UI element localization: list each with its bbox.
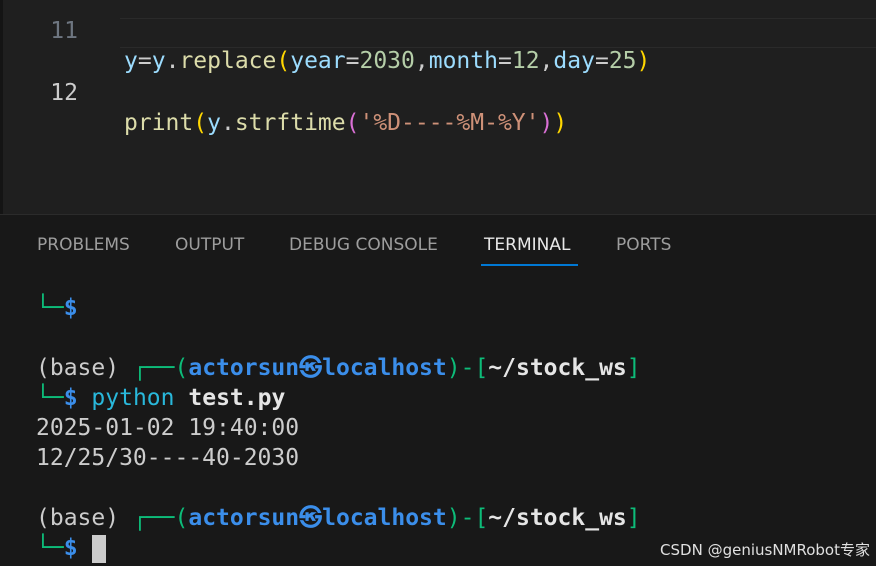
bottom-panel: PROBLEMS OUTPUT DEBUG CONSOLE TERMINAL P… <box>0 214 876 565</box>
token: y <box>207 110 221 136</box>
prompt-symbol: $ <box>63 385 78 411</box>
token: replace <box>179 48 277 74</box>
token: ) <box>636 48 651 74</box>
terminal-line: └─$ python test.py <box>36 383 285 413</box>
token: year <box>290 48 346 74</box>
prompt-tail: └─ <box>36 295 64 321</box>
terminal-cursor[interactable] <box>91 534 106 563</box>
at-icon: ㉿ <box>299 355 323 381</box>
cwd: ~/stock_ws <box>488 355 627 381</box>
watermark: CSDN @geniusNMRobot专家 <box>660 541 870 559</box>
token: . <box>220 110 235 136</box>
token: ( <box>193 110 208 136</box>
token: print <box>124 110 194 136</box>
host-name: localhost <box>322 355 447 381</box>
box-open: ┌──( <box>132 355 189 381</box>
token: = <box>594 48 609 74</box>
box-open: ┌──( <box>132 505 189 531</box>
token: strftime <box>234 110 346 136</box>
host-name: localhost <box>322 505 447 531</box>
token: = <box>137 48 152 74</box>
env-label: (base) <box>36 505 120 531</box>
token: = <box>345 48 360 74</box>
terminal-area[interactable]: └─$ (base) ┌──(actorsun㉿localhost)-[~/st… <box>0 215 876 566</box>
token: ( <box>276 48 291 74</box>
token: ) <box>553 110 568 136</box>
box-close: ] <box>626 355 641 381</box>
token: day <box>553 48 595 74</box>
token: '%D----%M-%Y' <box>359 110 540 136</box>
prompt-tail: └─ <box>36 535 64 561</box>
token: . <box>165 48 180 74</box>
box-close: ] <box>626 505 641 531</box>
box-mid: )-[ <box>446 355 489 381</box>
token: ( <box>345 110 360 136</box>
token: = <box>497 48 512 74</box>
token: y <box>151 48 166 74</box>
token: 2030 <box>359 48 415 74</box>
line-number: 12 <box>50 80 78 106</box>
user-name: actorsun <box>188 505 300 531</box>
code-text[interactable]: y=y.replace(year=2030,month=12,day=25) <box>124 46 650 76</box>
terminal-output-line: 12/25/30----40-2030 <box>36 445 300 471</box>
at-icon: ㉿ <box>299 505 323 531</box>
prompt-symbol: $ <box>63 295 78 321</box>
box-mid: )-[ <box>446 505 489 531</box>
cwd: ~/stock_ws <box>488 505 627 531</box>
prompt-tail: └─ <box>36 385 64 411</box>
command: python <box>91 385 175 411</box>
token: y <box>124 48 138 74</box>
code-line-12[interactable]: 12 print(y.strftime('%D----%M-%Y')) <box>0 18 876 136</box>
terminal-line: (base) ┌──(actorsun㉿localhost)-[~/stock_… <box>36 353 641 383</box>
terminal-line: (base) ┌──(actorsun㉿localhost)-[~/stock_… <box>36 503 641 533</box>
user-name: actorsun <box>188 355 300 381</box>
token: , <box>414 48 429 74</box>
terminal-line: └─$ <box>36 533 106 563</box>
token: 25 <box>608 48 637 74</box>
env-label: (base) <box>36 355 120 381</box>
token: 12 <box>511 48 540 74</box>
code-line-11[interactable]: 11 y=y.replace(year=2030,month=12,day=25… <box>0 0 876 74</box>
token: month <box>428 48 498 74</box>
code-editor[interactable]: 11 y=y.replace(year=2030,month=12,day=25… <box>0 0 876 214</box>
terminal-line: └─$ <box>36 293 78 323</box>
code-text[interactable]: print(y.strftime('%D----%M-%Y')) <box>124 108 567 138</box>
token: ) <box>539 110 554 136</box>
token: , <box>539 48 554 74</box>
command-arg: test.py <box>188 385 286 411</box>
terminal-output-line: 2025-01-02 19:40:00 <box>36 415 300 441</box>
current-line-highlight <box>120 18 876 48</box>
prompt-symbol: $ <box>63 535 78 561</box>
